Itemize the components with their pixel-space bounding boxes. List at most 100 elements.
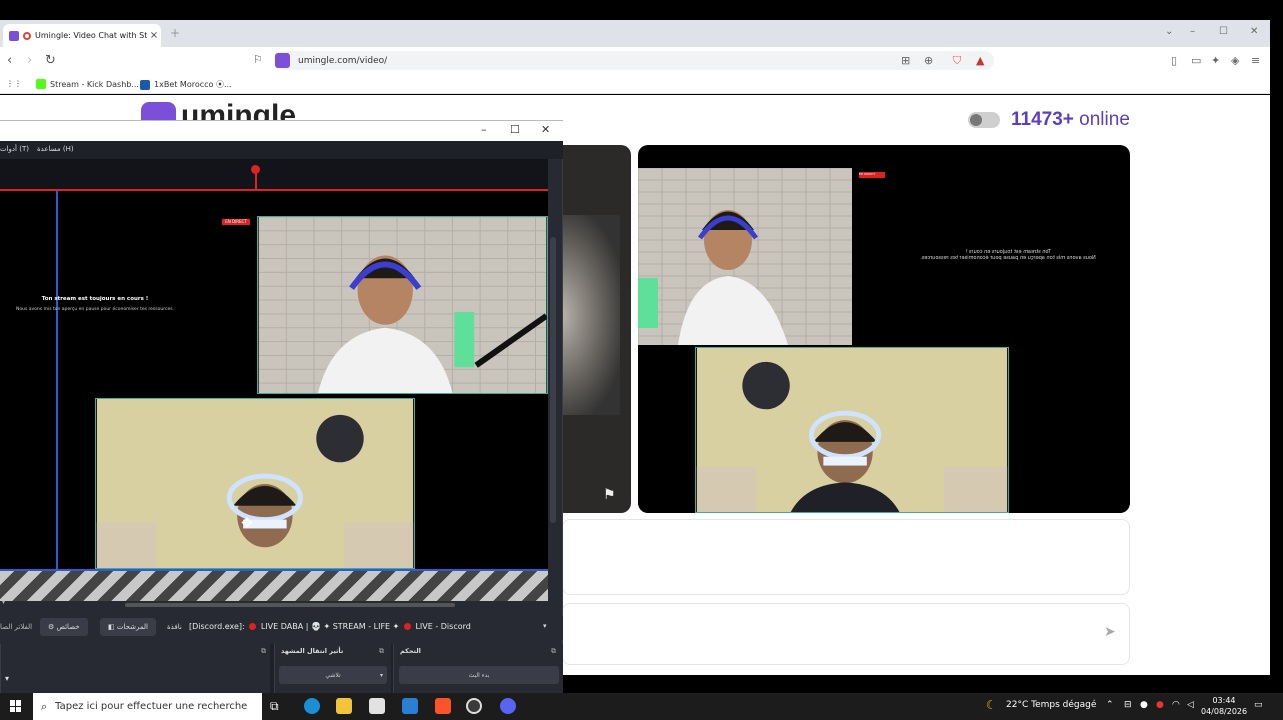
webcam-source-bottom[interactable]: ✥ [95,398,415,569]
forward-icon[interactable]: › [27,53,32,68]
kick-icon [36,79,46,89]
chat-input[interactable] [562,603,1130,665]
stranger-video [560,145,631,513]
bookmark-label: Stream - Kick Dashb... [50,79,139,89]
zoom-dropdown-icon[interactable]: ▾ [2,599,5,606]
new-tab-button[interactable]: + [170,26,180,40]
bookmark-1xbet[interactable]: 1xBet Morocco ⦿... [140,79,232,90]
browser-toolbar: ‹ › ↻ ⚐ umingle.com/video/ ⊞ ⊕ ⛉ ▲ ▯ ▭ ✦… [0,47,1270,74]
stream-message-line1: Ton stream est toujours en cours ! [41,296,149,302]
source-bounds-line [56,191,58,569]
online-label: online [1079,109,1130,130]
task-view-icon[interactable]: ⧉ [270,699,286,715]
notifications-icon[interactable]: ▭ [1254,700,1263,710]
close-button[interactable]: ✕ [1250,26,1258,37]
chevron-down-icon[interactable]: ▾ [543,622,547,630]
obs-maximize-button[interactable]: ☐ [510,123,520,136]
url-text: umingle.com/video/ [298,55,388,66]
tab-title: Umingle: Video Chat with Str [35,31,147,40]
brave-icon[interactable] [435,698,451,714]
bookmark-icon[interactable]: ⚐ [253,53,263,66]
record-icon[interactable]: ● [1156,700,1164,710]
transition-select[interactable]: تلاشي ▾ [279,666,387,684]
translate-icon[interactable]: ⊞ [901,54,910,67]
red-dot-icon [249,623,257,630]
system-clock[interactable]: 03:44 04/08/2026 [1201,695,1247,717]
report-flag-icon[interactable]: ⚑ [603,487,616,503]
wifi-icon[interactable]: ◠ [1172,700,1180,710]
weather-icon[interactable]: ☾ [986,698,997,712]
obs-preview-scrollbar[interactable] [550,237,556,523]
menu-tools[interactable]: أدوات (T) [0,145,29,153]
self-video: EN DIRECT Ton stream est toujours en cou… [638,145,1130,513]
vpn-icon[interactable]: ◈ [1231,54,1239,67]
move-cursor-icon: ✥ [241,515,253,531]
clock-date: 04/08/2026 [1201,707,1248,716]
menu-help[interactable]: مساعدة (H) [37,145,74,153]
windows-start-icon[interactable] [10,700,22,712]
bookmark-kick[interactable]: Stream - Kick Dashb... [36,79,139,89]
microphone-icon[interactable]: ● [1140,700,1148,710]
obs-minimize-button[interactable]: – [481,123,487,136]
zoom-icon[interactable]: ⊕ [924,54,933,67]
mail-icon[interactable] [402,698,418,714]
edge-icon[interactable] [304,698,320,714]
filters-button[interactable]: ◧ المرشحات [100,618,156,636]
webcam-feed-bottom [695,347,1009,513]
brave-rewards-icon[interactable]: ▲ [976,54,984,67]
properties-button[interactable]: ⚙ خصائص [40,618,88,636]
properties-label: خصائص [56,623,80,631]
back-icon[interactable]: ‹ [7,53,12,68]
browser-tab-bar: Umingle: Video Chat with Str × + ⌄ – ☐ ✕ [0,20,1270,47]
search-icon: ⌕ [41,699,48,713]
obs-icon[interactable] [466,698,482,714]
dock-float-icon[interactable]: ⧉ [261,647,266,656]
maximize-button[interactable]: ☐ [1219,26,1228,37]
brave-shield-icon[interactable]: ⛉ [953,54,961,68]
obs-titlebar: – ☐ ✕ [0,120,563,141]
clock-time: 03:44 [1212,696,1236,705]
volume-icon[interactable]: ◁ [1187,700,1194,710]
menu-icon[interactable]: ≡ [1251,54,1260,67]
bookmark-label: 1xBet Morocco ⦿... [154,80,232,89]
store-icon[interactable] [369,698,385,714]
online-toggle[interactable] [968,112,1000,128]
dock-float-icon[interactable]: ⧉ [551,647,556,656]
bookmarks-bar: ⋮⋮ Stream - Kick Dashb... 1xBet Morocco … [0,74,1270,94]
filters-label[interactable]: الفلاتر الصا [0,623,32,631]
browser-tab[interactable]: Umingle: Video Chat with Str × [3,24,161,47]
webcam-source-top[interactable] [257,216,548,394]
discord-icon[interactable] [500,698,516,714]
minimize-button[interactable]: – [1190,26,1195,37]
tab-close-icon[interactable]: × [147,30,161,41]
search-placeholder: Tapez ici pour effectuer une recherche [55,701,248,712]
leo-ai-icon[interactable]: ✦ [1211,54,1220,67]
apps-grid-icon[interactable]: ⋮⋮ [6,79,22,88]
chevron-up-icon[interactable]: ⌃ [1106,700,1114,710]
send-icon[interactable]: ➤ [1104,624,1116,640]
stream-message-line2: Nous avons mis ton aperçu en pause pour … [920,255,1096,261]
network-icon[interactable]: ⊟ [1124,700,1132,710]
weather-text[interactable]: 22°C Temps dégagé [1006,700,1096,710]
tab-search-icon[interactable]: ⌄ [1165,26,1173,37]
transition-value: تلاشي [325,671,341,679]
obs-preview-canvas[interactable]: EN DIRECT Ton stream est toujours en cou… [0,191,548,569]
gear-icon: ⚙ [48,623,57,631]
address-bar[interactable]: umingle.com/video/ [274,51,994,70]
obs-horizontal-scrollbar[interactable] [125,603,455,607]
online-count: 11473+ [1011,109,1074,130]
taskbar-search[interactable]: ⌕ Tapez ici pour effectuer une recherche [33,693,262,720]
dock-float-icon[interactable]: ⧉ [379,647,384,656]
file-explorer-icon[interactable] [336,698,352,714]
dock-dropdown-icon[interactable]: ▾ [5,674,9,683]
source-exe: [Discord.exe]: [189,622,245,631]
1xbet-icon [140,79,150,90]
start-streaming-button[interactable]: بدء البث [399,666,559,684]
window-source-select[interactable]: [Discord.exe]: LIVE DABA | 💀 ✦ STREAM - … [189,622,471,631]
reload-icon[interactable]: ↻ [45,53,56,68]
sidebar-icon[interactable]: ▯ [1171,54,1177,67]
recording-icon [23,31,31,40]
wallet-icon[interactable]: ▭ [1191,54,1201,67]
source-suffix: LIVE - Discord [415,622,471,631]
obs-close-button[interactable]: ✕ [541,123,550,136]
